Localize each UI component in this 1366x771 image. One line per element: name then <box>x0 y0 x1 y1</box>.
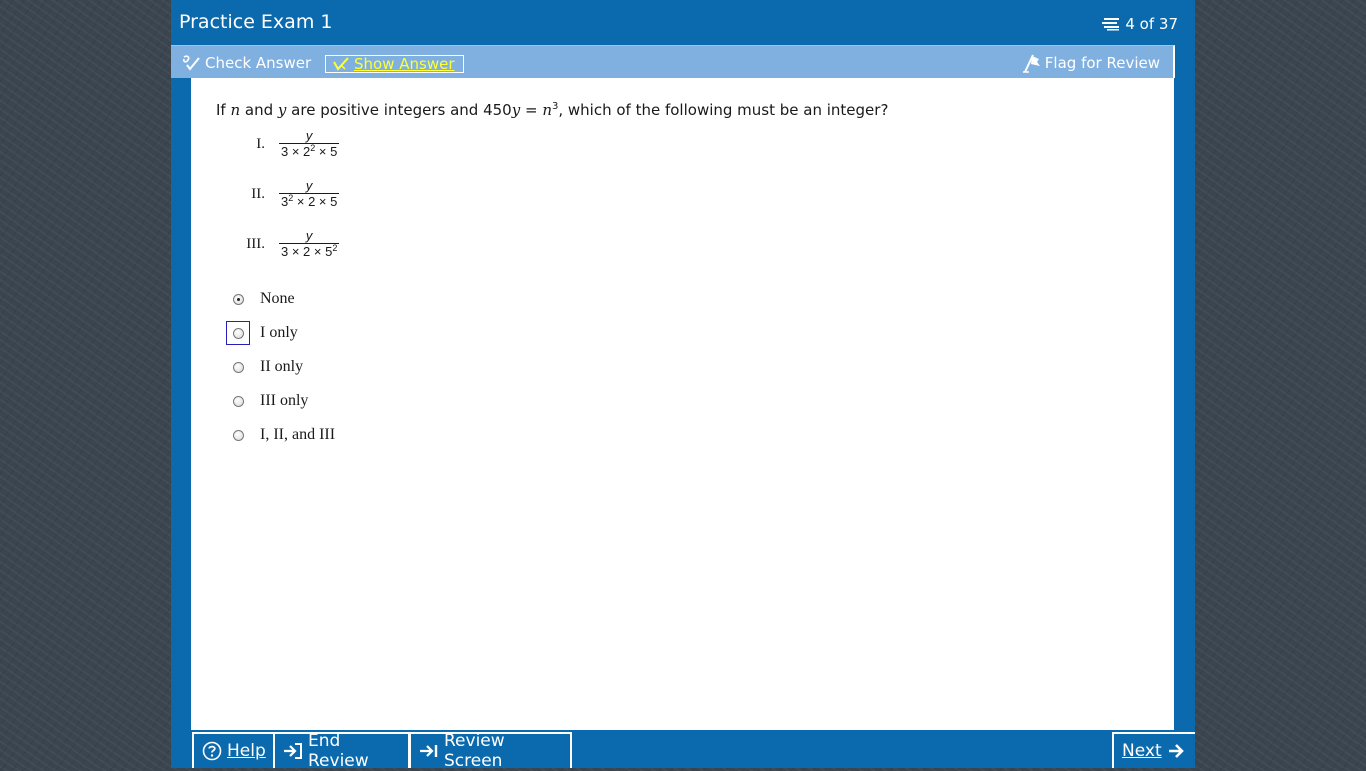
next-button[interactable]: Next <box>1112 732 1195 768</box>
statement-number: II. <box>251 185 265 202</box>
bottom-navigation-bar: Help End Review Review Screen Next <box>171 730 1195 771</box>
statement-number: I. <box>256 135 265 152</box>
flag-for-review-label: Flag for Review <box>1044 54 1160 72</box>
flag-icon <box>1021 53 1041 73</box>
exam-window: Practice Exam 1 4 of 37 Check Answer Sho… <box>171 0 1195 771</box>
fraction-numerator: y <box>305 127 313 143</box>
fraction-numerator: y <box>305 227 313 243</box>
statement-3: III. y 3 × 2 × 52 <box>231 226 340 262</box>
statement-fraction: y 3 × 22 × 5 <box>279 127 340 160</box>
choice-i-only[interactable]: I only <box>226 320 298 346</box>
fraction-denominator: 3 × 22 × 5 <box>279 142 340 159</box>
show-answer-icon <box>332 56 350 72</box>
question-stem: If n and y are positive integers and 450… <box>216 101 889 119</box>
choice-label[interactable]: II only <box>260 358 303 376</box>
radio-iii-only[interactable] <box>232 395 244 407</box>
arrow-right-icon <box>1167 742 1185 760</box>
fraction-denominator: 3 × 2 × 52 <box>279 242 340 259</box>
choice-label[interactable]: I, II, and III <box>260 426 335 444</box>
statement-number: III. <box>246 235 265 252</box>
statement-fraction: y 3 × 2 × 52 <box>279 227 340 260</box>
fraction-numerator: y <box>305 177 313 193</box>
title-bar: Practice Exam 1 4 of 37 <box>171 0 1195 45</box>
help-circle-icon <box>202 741 222 761</box>
fraction-denominator: 32 × 2 × 5 <box>279 192 340 209</box>
list-icon <box>1101 17 1121 31</box>
choice-label[interactable]: None <box>260 290 295 308</box>
show-answer-button[interactable]: Show Answer <box>325 55 464 73</box>
review-screen-icon <box>419 742 439 760</box>
check-answer-label: Check Answer <box>205 54 312 72</box>
end-review-label: End Review <box>308 731 369 771</box>
show-answer-label: Show Answer <box>354 55 455 73</box>
check-answer-icon <box>181 54 201 72</box>
review-screen-label: Review Screen <box>444 731 505 771</box>
choice-iii-only[interactable]: III only <box>226 388 308 414</box>
next-label: Next <box>1122 741 1162 761</box>
radio-button[interactable] <box>226 389 250 413</box>
statement-1: I. y 3 × 22 × 5 <box>231 126 340 162</box>
radio-button[interactable] <box>226 287 250 311</box>
progress-text: 4 of 37 <box>1125 15 1178 33</box>
choice-none[interactable]: None <box>226 286 295 312</box>
choice-label[interactable]: I only <box>260 324 298 342</box>
radio-none[interactable] <box>232 293 244 305</box>
choice-ii-only[interactable]: II only <box>226 354 303 380</box>
question-content: If n and y are positive integers and 450… <box>191 78 1174 730</box>
choice-label[interactable]: III only <box>260 392 308 410</box>
help-label: Help <box>227 741 266 761</box>
toolbar: Check Answer Show Answer Flag for Review <box>171 45 1175 78</box>
question-progress: 4 of 37 <box>1101 14 1178 34</box>
check-answer-button[interactable]: Check Answer <box>181 53 311 73</box>
statement-2: II. y 32 × 2 × 5 <box>231 176 340 212</box>
radio-i-ii-iii[interactable] <box>232 429 244 441</box>
radio-button[interactable] <box>226 423 250 447</box>
radio-i-only[interactable] <box>232 327 244 339</box>
radio-ii-only[interactable] <box>232 361 244 373</box>
help-button[interactable]: Help <box>192 732 275 768</box>
flag-for-review-button[interactable]: Flag for Review <box>1021 53 1160 73</box>
statement-fraction: y 32 × 2 × 5 <box>279 177 340 210</box>
end-review-button[interactable]: End Review <box>273 731 410 771</box>
review-screen-button[interactable]: Review Screen <box>409 731 572 771</box>
radio-button[interactable] <box>226 355 250 379</box>
exam-title: Practice Exam 1 <box>179 11 333 33</box>
choice-i-ii-iii[interactable]: I, II, and III <box>226 422 335 448</box>
radio-button[interactable] <box>226 321 250 345</box>
end-review-icon <box>283 742 303 760</box>
